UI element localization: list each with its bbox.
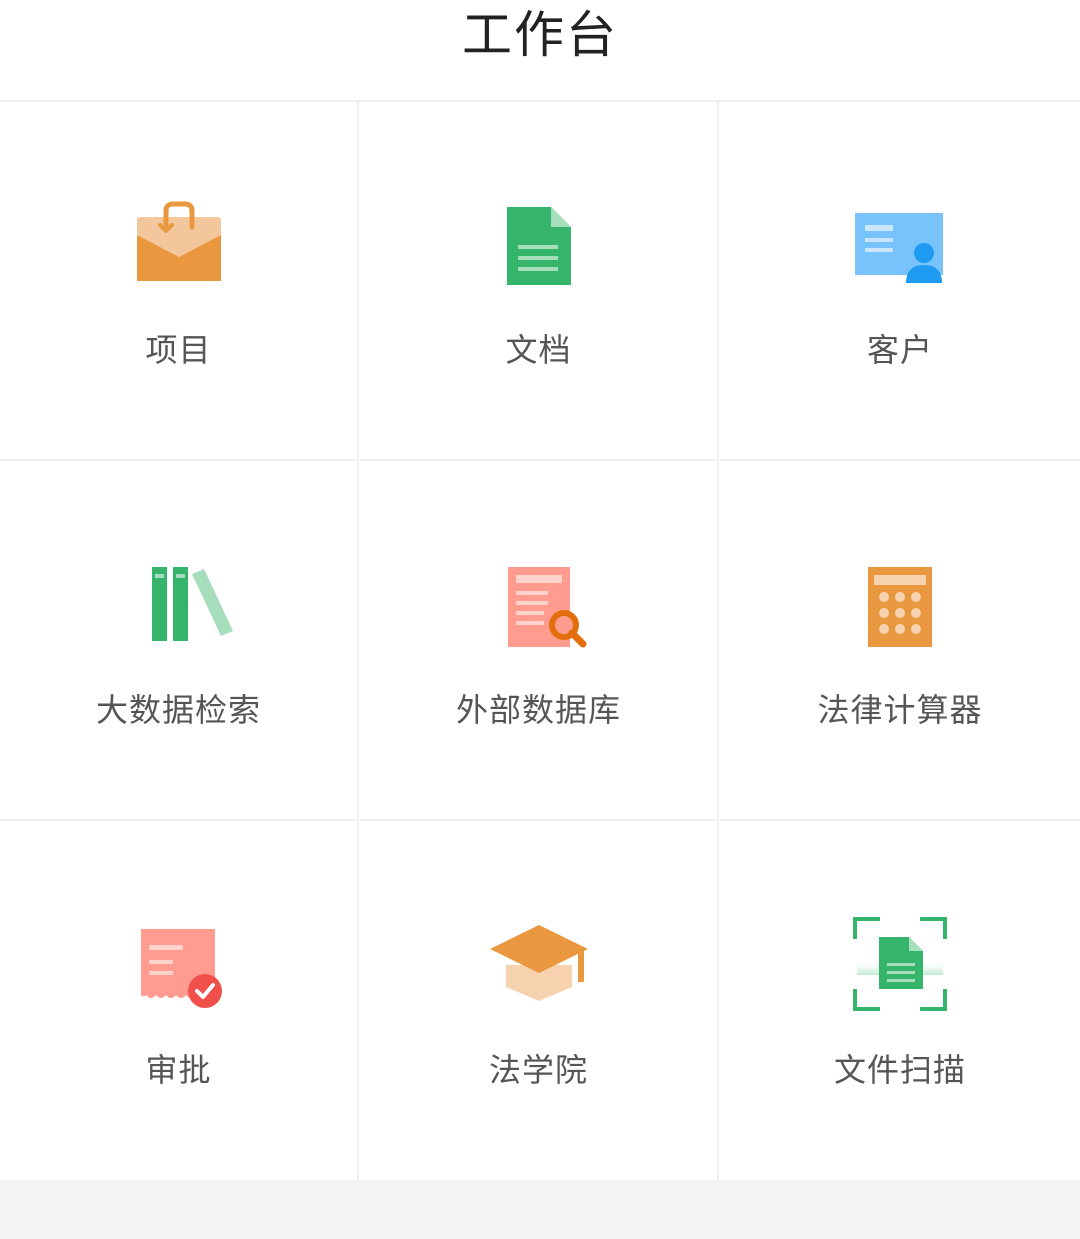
grid-item-big-data-search[interactable]: 大数据检索 [0, 462, 359, 821]
header-bar: 工作台 [0, 0, 1080, 102]
grid-item-label: 法学院 [488, 1051, 588, 1089]
page-title: 工作台 [462, 6, 618, 64]
bottom-area [0, 1180, 1080, 1239]
approval-receipt-icon [124, 917, 234, 1017]
grid-item-file-scan[interactable]: 文件扫描 [720, 822, 1080, 1180]
grid-item-document[interactable]: 文档 [360, 102, 719, 461]
books-icon [124, 557, 234, 657]
grid-item-label: 审批 [145, 1051, 212, 1089]
briefcase-icon [124, 197, 234, 297]
grid-item-label: 文档 [505, 331, 572, 369]
document-scan-icon [845, 917, 955, 1017]
grid-item-external-database[interactable]: 外部数据库 [360, 462, 719, 821]
grid-item-label: 外部数据库 [455, 691, 621, 729]
app-grid: 项目 文档 客户 大数据检索 外部数据库 法律计算器 审批 法学院 文件扫描 [0, 102, 1080, 1180]
grid-item-label: 大数据检索 [95, 691, 261, 729]
grid-item-project[interactable]: 项目 [0, 102, 359, 461]
grid-item-label: 客户 [866, 331, 933, 369]
graduation-cap-icon [484, 917, 594, 1017]
grid-item-label: 法律计算器 [817, 691, 983, 729]
grid-item-client[interactable]: 客户 [720, 102, 1080, 461]
calculator-icon [845, 557, 955, 657]
document-search-icon [484, 557, 594, 657]
grid-item-law-school[interactable]: 法学院 [360, 822, 719, 1180]
grid-item-label: 文件扫描 [833, 1051, 966, 1089]
grid-item-legal-calculator[interactable]: 法律计算器 [720, 462, 1080, 821]
grid-item-label: 项目 [145, 331, 212, 369]
contact-card-icon [845, 197, 955, 297]
grid-item-approval[interactable]: 审批 [0, 822, 359, 1180]
workbench-page: 工作台 项目 文档 客户 大数据检索 外部数据库 法律计算器 审批 法学院 文件… [0, 0, 1080, 1239]
document-icon [484, 197, 594, 297]
